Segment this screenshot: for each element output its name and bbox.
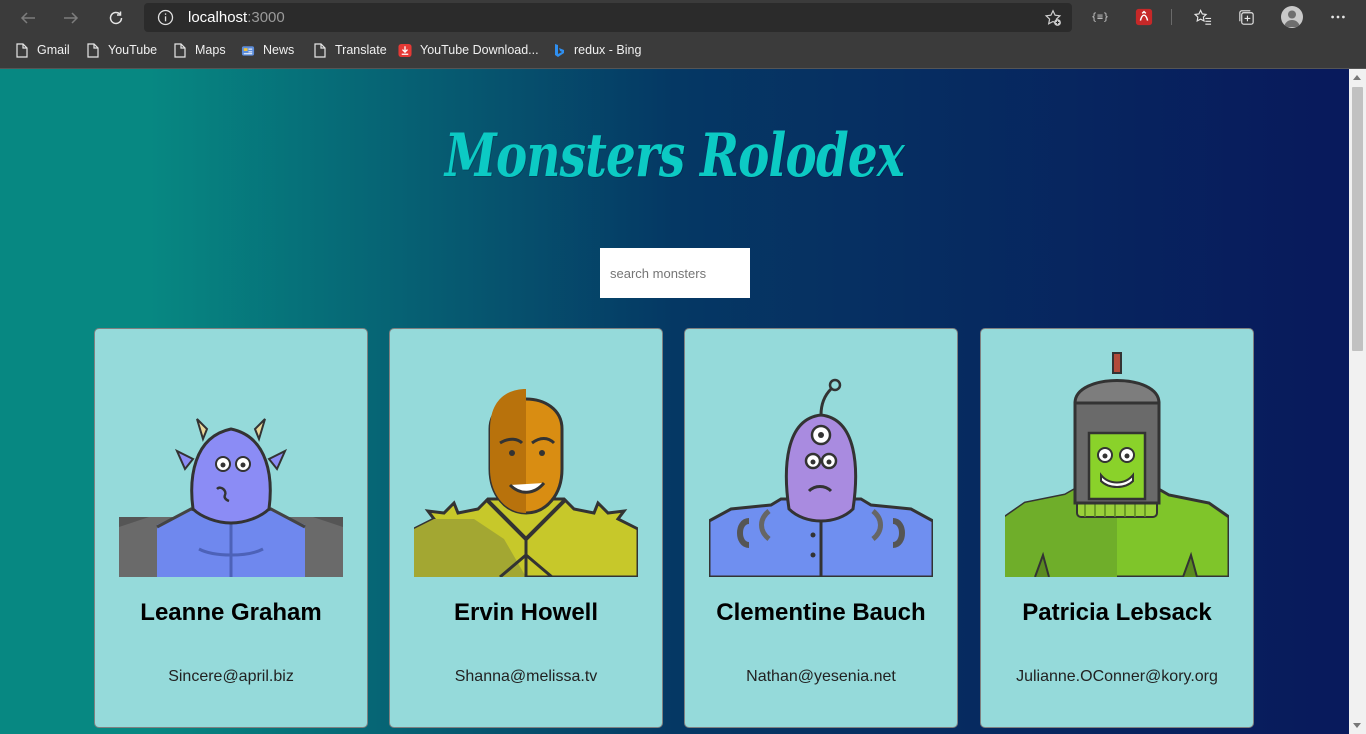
scroll-up-icon[interactable] — [1353, 75, 1361, 80]
monster-email: Shanna@melissa.tv — [454, 668, 598, 685]
bookmark-youtube[interactable]: YouTube — [86, 35, 157, 65]
monster-card[interactable]: Leanne Graham Sincere@april.biz — [94, 328, 368, 728]
collections-button[interactable] — [1236, 7, 1256, 27]
arrow-left-icon — [20, 12, 35, 24]
bookmark-youtube-downloader[interactable]: YouTube Download... — [398, 35, 539, 65]
bookmark-news[interactable]: News — [241, 35, 294, 65]
monster-avatar-image — [119, 418, 343, 577]
profile-avatar[interactable] — [1281, 6, 1303, 28]
page-icon — [86, 42, 100, 58]
monster-email: Nathan@yesenia.net — [746, 668, 896, 685]
vertical-scrollbar[interactable] — [1349, 69, 1366, 734]
favorites-button[interactable] — [1192, 7, 1212, 27]
page-viewport: Monsters Rolodex Leanne Graham Sincere@a… — [0, 69, 1349, 734]
bookmark-redux-bing[interactable]: redux - Bing — [552, 35, 641, 65]
monster-avatar-image — [709, 378, 933, 577]
monster-name: Leanne Graham — [140, 599, 322, 626]
browser-toolbar: localhost:3000 {≡} — [0, 0, 1366, 35]
monster-card[interactable]: Patricia Lebsack Julianne.OConner@kory.o… — [980, 328, 1254, 728]
monster-name: Patricia Lebsack — [1022, 599, 1212, 626]
page-icon — [313, 42, 327, 58]
monster-avatar-image — [414, 389, 638, 577]
monster-name: Clementine Bauch — [716, 599, 926, 626]
monster-avatar-image — [1005, 352, 1229, 577]
bing-icon — [552, 42, 566, 58]
refresh-icon — [109, 11, 123, 25]
forward-button[interactable] — [58, 5, 84, 31]
page-icon — [173, 42, 187, 58]
monster-name: Ervin Howell — [453, 599, 599, 626]
search-input[interactable] — [600, 248, 750, 298]
bookmark-maps[interactable]: Maps — [173, 35, 226, 65]
bookmarks-bar: Gmail YouTube Maps News Translate YouTub… — [0, 35, 1366, 69]
url-port: :3000 — [247, 9, 285, 26]
extension-icon[interactable] — [1134, 7, 1154, 27]
bookmark-gmail[interactable]: Gmail — [15, 35, 70, 65]
monster-card[interactable]: Clementine Bauch Nathan@yesenia.net — [684, 328, 958, 728]
user-icon — [1284, 10, 1300, 27]
info-icon[interactable] — [157, 9, 174, 26]
monster-card[interactable]: Ervin Howell Shanna@melissa.tv — [389, 328, 663, 728]
address-bar[interactable]: localhost:3000 — [144, 3, 1072, 32]
add-favorite-icon[interactable] — [1044, 9, 1062, 27]
page-title: Monsters Rolodex — [444, 121, 905, 191]
more-icon — [1331, 15, 1345, 19]
url-host: localhost — [188, 9, 248, 26]
favorites-icon — [1193, 8, 1211, 25]
monster-email: Sincere@april.biz — [168, 668, 294, 685]
news-icon — [241, 42, 255, 58]
back-button[interactable] — [15, 5, 41, 31]
collections-icon — [1238, 9, 1254, 25]
url-text[interactable]: localhost:3000 — [188, 3, 285, 32]
bookmark-translate[interactable]: Translate — [313, 35, 387, 65]
scroll-down-icon[interactable] — [1353, 723, 1361, 728]
json-viewer-extension-icon[interactable]: {≡} — [1090, 7, 1110, 27]
scrollbar-thumb[interactable] — [1352, 87, 1363, 351]
page-icon — [15, 42, 29, 58]
more-menu-button[interactable] — [1328, 7, 1348, 27]
refresh-button[interactable] — [103, 5, 129, 31]
download-icon — [398, 42, 412, 58]
toolbar-separator — [1171, 9, 1172, 25]
arrow-right-icon — [64, 12, 79, 24]
monster-email: Julianne.OConner@kory.org — [1016, 668, 1218, 685]
